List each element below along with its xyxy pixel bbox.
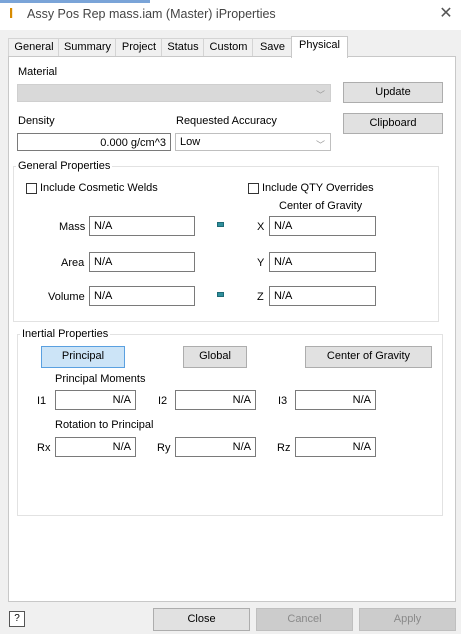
- qty-overrides-label: Include QTY Overrides: [262, 182, 374, 194]
- accuracy-label: Requested Accuracy: [176, 115, 277, 127]
- i3-field[interactable]: N/A: [295, 390, 376, 410]
- i2-field[interactable]: N/A: [175, 390, 256, 410]
- cosmetic-welds-checkbox[interactable]: [26, 183, 37, 194]
- clipboard-button[interactable]: Clipboard: [343, 113, 443, 134]
- tab-project[interactable]: Project: [115, 38, 163, 57]
- i1-label: I1: [37, 395, 47, 407]
- material-label: Material: [18, 66, 58, 78]
- chevron-down-icon: ﹀: [315, 140, 325, 150]
- density-label: Density: [18, 115, 55, 127]
- cog-z-field[interactable]: N/A: [269, 286, 376, 306]
- ry-field[interactable]: N/A: [175, 437, 256, 457]
- density-field[interactable]: 0.000 g/cm^3: [17, 133, 171, 151]
- i3-label: I3: [278, 395, 288, 407]
- update-button[interactable]: Update: [343, 82, 443, 103]
- cancel-button[interactable]: Cancel: [256, 608, 353, 631]
- rz-field[interactable]: N/A: [295, 437, 376, 457]
- tab-bar: General Summary Project Status Custom Sa…: [8, 36, 456, 58]
- close-window-icon[interactable]: ✕: [436, 4, 456, 24]
- material-dropdown[interactable]: ﹀: [17, 84, 331, 102]
- i1-field[interactable]: N/A: [55, 390, 136, 410]
- accuracy-dropdown[interactable]: Low ﹀: [175, 133, 331, 151]
- x-label: X: [257, 221, 265, 233]
- inertial-properties-title: Inertial Properties: [20, 328, 111, 340]
- cog-x-field[interactable]: N/A: [269, 216, 376, 236]
- tab-general[interactable]: General: [8, 38, 60, 57]
- tab-status[interactable]: Status: [161, 38, 205, 57]
- general-properties-title: General Properties: [16, 160, 113, 172]
- tab-custom[interactable]: Custom: [203, 38, 254, 57]
- i2-label: I2: [158, 395, 168, 407]
- close-button[interactable]: Close: [153, 608, 250, 631]
- inventor-app-icon: I: [9, 5, 14, 22]
- mass-field[interactable]: N/A: [89, 216, 195, 236]
- y-label: Y: [257, 257, 265, 269]
- mass-label: Mass: [59, 221, 86, 233]
- volume-indicator-icon: [217, 292, 224, 297]
- window-title: Assy Pos Rep mass.iam (Master) iProperti…: [27, 7, 276, 21]
- tab-save[interactable]: Save: [252, 38, 293, 57]
- chevron-down-icon: ﹀: [315, 90, 325, 100]
- apply-button[interactable]: Apply: [359, 608, 456, 631]
- principal-button[interactable]: Principal: [41, 346, 125, 368]
- cog-y-field[interactable]: N/A: [269, 252, 376, 272]
- rotation-label: Rotation to Principal: [55, 419, 154, 431]
- principal-moments-label: Principal Moments: [55, 373, 146, 385]
- top-strip: [0, 0, 150, 3]
- mass-indicator-icon: [217, 222, 224, 227]
- tab-physical[interactable]: Physical: [291, 36, 348, 58]
- area-label: Area: [61, 257, 85, 269]
- center-of-gravity-button[interactable]: Center of Gravity: [305, 346, 432, 368]
- help-icon[interactable]: ?: [9, 611, 25, 627]
- accuracy-value: Low: [180, 136, 201, 148]
- cog-heading: Center of Gravity: [279, 200, 363, 212]
- rx-field[interactable]: N/A: [55, 437, 136, 457]
- rx-label: Rx: [37, 442, 51, 454]
- volume-label: Volume: [48, 291, 85, 303]
- area-field[interactable]: N/A: [89, 252, 195, 272]
- qty-overrides-checkbox[interactable]: [248, 183, 259, 194]
- rz-label: Rz: [277, 442, 291, 454]
- volume-field[interactable]: N/A: [89, 286, 195, 306]
- tab-summary[interactable]: Summary: [58, 38, 117, 57]
- global-button[interactable]: Global: [183, 346, 247, 368]
- ry-label: Ry: [157, 442, 171, 454]
- cosmetic-welds-label: Include Cosmetic Welds: [40, 182, 158, 194]
- z-label: Z: [257, 291, 264, 303]
